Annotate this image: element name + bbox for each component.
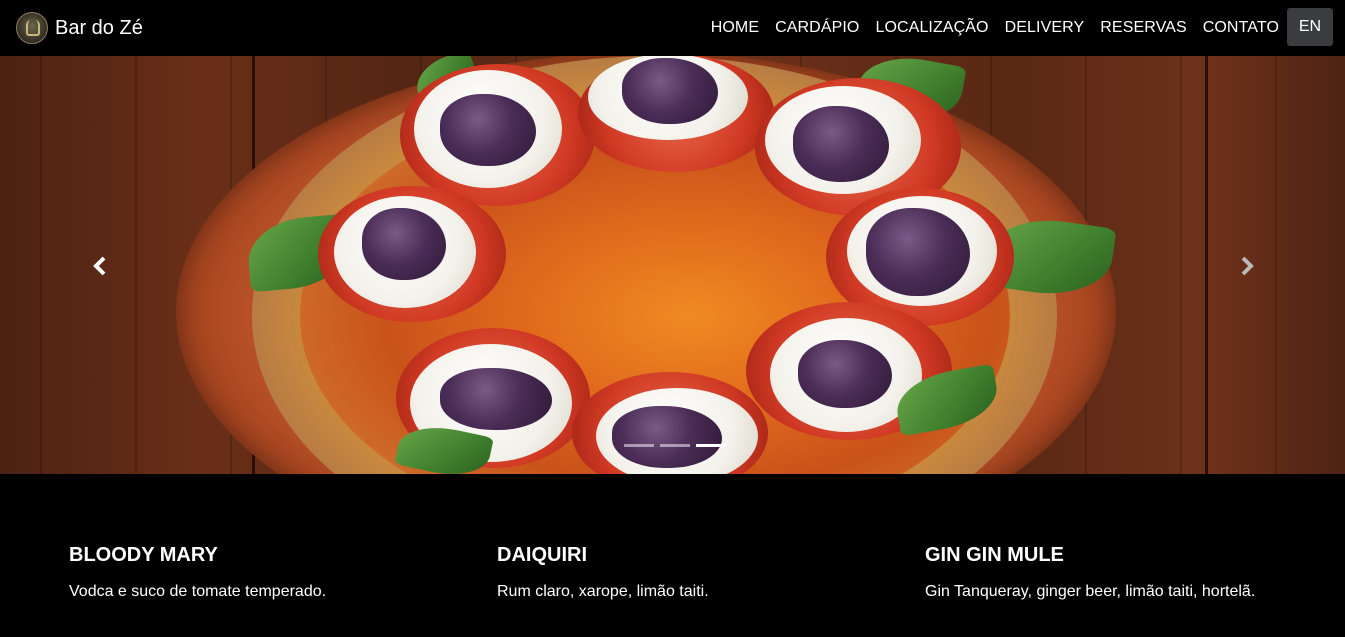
- olive-paste: [793, 106, 889, 182]
- carousel-prev-button[interactable]: [80, 246, 120, 286]
- olive-paste: [440, 368, 552, 430]
- plank-seam: [1205, 56, 1208, 474]
- main-nav: HOME CARDÁPIO LOCALIZAÇÃO DELIVERY RESER…: [695, 0, 1279, 56]
- carousel-next-button[interactable]: [1227, 246, 1267, 286]
- brand[interactable]: Bar do Zé: [16, 12, 143, 44]
- nav-reservas[interactable]: RESERVAS: [1100, 19, 1186, 37]
- bar-logo-icon: [16, 12, 48, 44]
- drink-description: Gin Tanqueray, ginger beer, limão taiti,…: [925, 583, 1256, 600]
- olive-paste: [798, 340, 892, 408]
- chevron-right-icon: [1241, 256, 1254, 276]
- drink-card: BLOODY MARY Vodca e suco de tomate tempe…: [69, 544, 449, 601]
- nav-contato[interactable]: CONTATO: [1203, 19, 1279, 37]
- drink-card: GIN GIN MULE Gin Tanqueray, ginger beer,…: [925, 544, 1305, 601]
- language-button[interactable]: EN: [1287, 8, 1333, 46]
- brand-name: Bar do Zé: [55, 16, 143, 39]
- drink-description: Rum claro, xarope, limão taiti.: [497, 583, 709, 600]
- drinks-section: BLOODY MARY Vodca e suco de tomate tempe…: [0, 474, 1345, 637]
- nav-delivery[interactable]: DELIVERY: [1005, 19, 1085, 37]
- carousel-indicator[interactable]: [660, 444, 690, 447]
- navbar: Bar do Zé HOME CARDÁPIO LOCALIZAÇÃO DELI…: [0, 0, 1345, 56]
- olive-paste: [622, 58, 718, 124]
- nav-home[interactable]: HOME: [711, 19, 759, 37]
- nav-cardapio[interactable]: CARDÁPIO: [775, 19, 859, 37]
- hero-carousel: [0, 56, 1345, 474]
- olive-paste: [612, 406, 722, 468]
- carousel-indicator[interactable]: [696, 444, 726, 447]
- carousel-indicator[interactable]: [624, 444, 654, 447]
- drink-description: Vodca e suco de tomate temperado.: [69, 583, 327, 600]
- drink-card: DAIQUIRI Rum claro, xarope, limão taiti.: [497, 544, 877, 601]
- chevron-left-icon: [93, 256, 106, 276]
- drink-name: BLOODY MARY: [69, 544, 218, 566]
- drink-name: DAIQUIRI: [497, 544, 587, 566]
- carousel-indicators: [624, 444, 732, 447]
- drink-name: GIN GIN MULE: [925, 544, 1064, 566]
- nav-localizacao[interactable]: LOCALIZAÇÃO: [875, 19, 988, 37]
- olive-paste: [866, 208, 970, 296]
- olive-paste: [440, 94, 536, 166]
- olive-paste: [362, 208, 446, 280]
